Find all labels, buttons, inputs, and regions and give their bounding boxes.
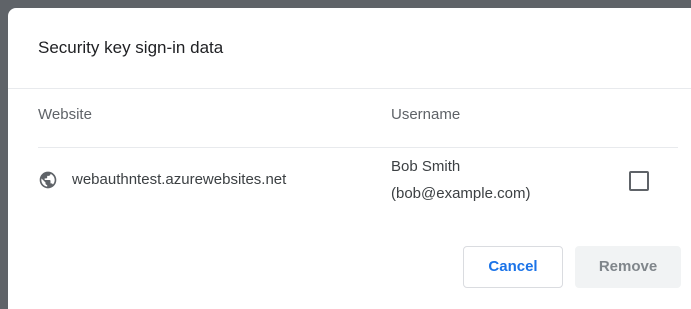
remove-button[interactable]: Remove <box>575 246 681 288</box>
security-key-dialog: Security key sign-in data Website Userna… <box>8 8 691 309</box>
header-divider <box>38 147 678 148</box>
title-divider <box>8 88 691 89</box>
username-name: Bob Smith <box>391 158 461 175</box>
globe-icon <box>39 171 57 189</box>
username-email: (bob@example.com) <box>391 185 531 202</box>
website-name: webauthntest.azurewebsites.net <box>72 171 287 188</box>
column-header-username: Username <box>391 106 461 123</box>
cancel-button[interactable]: Cancel <box>463 246 563 288</box>
dialog-title: Security key sign-in data <box>38 38 224 57</box>
select-credential-checkbox[interactable] <box>629 171 649 191</box>
column-header-website: Website <box>38 106 92 123</box>
